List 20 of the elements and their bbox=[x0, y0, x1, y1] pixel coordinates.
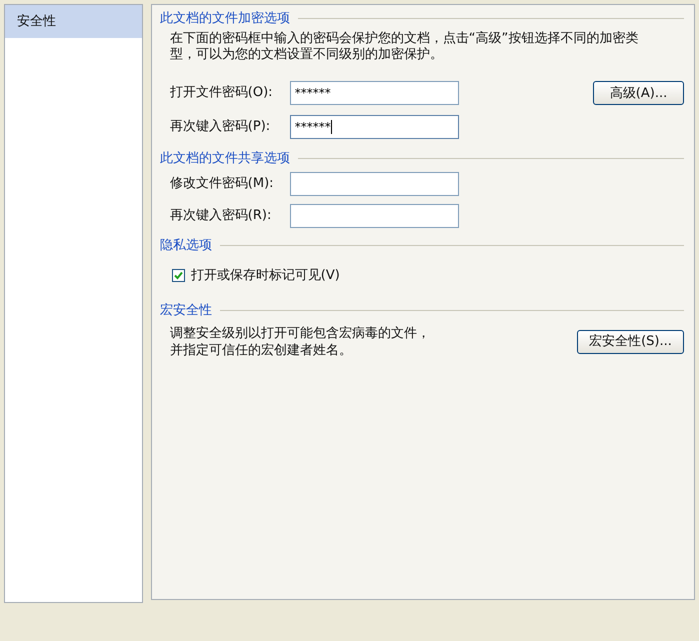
password-field[interactable] bbox=[290, 204, 459, 228]
field-label: 再次键入密码(P): bbox=[170, 118, 272, 136]
section-heading: 隐私选项 bbox=[160, 237, 212, 255]
section-heading: 宏安全性 bbox=[160, 302, 212, 320]
sidebar-item[interactable]: 安全性 bbox=[5, 5, 142, 38]
password-field[interactable]: ****** bbox=[290, 114, 459, 138]
section-heading: 此文档的文件共享选项 bbox=[160, 150, 290, 168]
field-label: 打开文件密码(O): bbox=[170, 84, 274, 102]
password-field[interactable]: ****** bbox=[290, 80, 459, 104]
password-field[interactable] bbox=[290, 172, 459, 196]
section-heading: 此文档的文件加密选项 bbox=[160, 10, 290, 28]
dialog-button[interactable]: 宏安全性(S)... bbox=[577, 330, 684, 354]
field-label: 再次键入密码(R): bbox=[170, 207, 272, 226]
checkbox-label: 打开或保存时标记可见(V) bbox=[190, 266, 340, 284]
description-text: 调整安全级别以打开可能包含宏病毒的文件，并指定可信任的宏创建者姓名。 bbox=[170, 324, 431, 358]
checkbox[interactable] bbox=[172, 268, 185, 282]
check-icon bbox=[174, 270, 183, 280]
description-text: 在下面的密码框中输入的密码会保护您的文档，点击“高级”按钮选择不同的加密类型，可以为您的文档设置不同级别的加密保护。 bbox=[168, 30, 640, 62]
dialog-button[interactable]: 高级(A)... bbox=[593, 81, 684, 106]
field-label: 修改文件密码(M): bbox=[170, 175, 275, 194]
